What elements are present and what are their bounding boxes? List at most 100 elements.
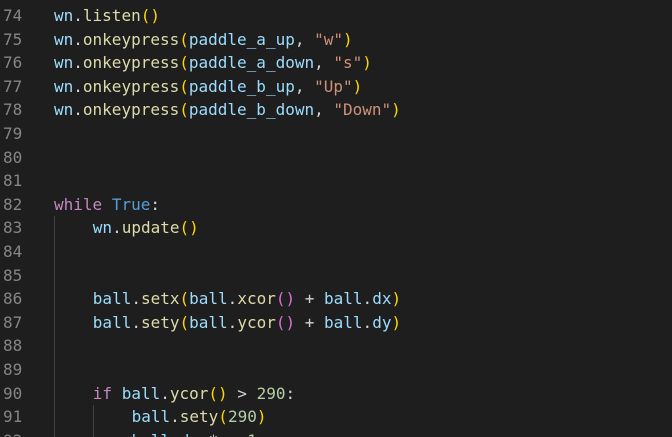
code-token: 290 <box>227 407 257 427</box>
code-token: "s" <box>333 53 363 73</box>
code-token: -1 <box>238 431 257 437</box>
code-text: ball.sety(ball.ycor() + ball.dy) <box>93 311 401 335</box>
code-token: ball <box>324 312 363 332</box>
code-token: wn <box>54 76 74 96</box>
line-number: 80 <box>3 147 23 167</box>
code-line[interactable]: 91 ball.sety(290) <box>0 405 672 429</box>
code-line[interactable]: 83 wn.update() <box>0 216 672 240</box>
code-token: . <box>112 218 122 238</box>
code-line[interactable]: 74 wn.listen() <box>0 4 672 28</box>
line-number: 92 <box>3 429 27 437</box>
code-line[interactable]: 86 ball.setx(ball.xcor() + ball.dx) <box>0 287 672 311</box>
code-token: *= <box>199 431 238 437</box>
code-line[interactable]: 87 ball.sety(ball.ycor() + ball.dy) <box>0 310 672 335</box>
code-line[interactable]: 80 <box>0 146 672 170</box>
code-line[interactable]: 92 ball.dy *= -1 <box>0 428 672 437</box>
line-number: 88 <box>3 336 23 356</box>
code-token: ( <box>218 407 228 427</box>
code-token: paddle_b_down <box>188 100 315 120</box>
code-token: , <box>314 53 334 73</box>
code-token: () <box>208 383 228 403</box>
code-token: wn <box>54 53 74 73</box>
code-token: onkeypress <box>82 100 180 120</box>
line-number: 89 <box>3 360 23 379</box>
code-token: ball <box>121 383 161 403</box>
code-token: . <box>362 312 373 332</box>
code-line[interactable]: 90 if ball.ycor() > 290: <box>0 381 672 406</box>
code-token: wn <box>54 100 74 120</box>
code-token: if <box>92 383 113 403</box>
code-text: wn.update() <box>93 216 199 240</box>
code-line[interactable]: 78 wn.onkeypress(paddle_b_down, "Down") <box>0 98 672 122</box>
code-line[interactable]: 76 wn.onkeypress(paddle_a_down, "s") <box>0 51 672 75</box>
code-line[interactable]: 85 <box>0 263 672 288</box>
code-token: ( <box>179 100 189 120</box>
code-token: ball <box>92 312 132 332</box>
code-token: + <box>295 289 325 309</box>
code-token: ycor <box>169 383 209 403</box>
code-token: ball <box>189 289 228 309</box>
indent-guide <box>54 358 55 382</box>
code-text: wn.listen() <box>54 4 160 28</box>
code-token: () <box>140 6 160 25</box>
code-token: ( <box>179 53 189 73</box>
code-token: ( <box>179 289 190 309</box>
code-token: . <box>73 100 83 120</box>
code-token: sety <box>140 312 180 332</box>
line-number: 75 <box>3 29 23 49</box>
code-line[interactable]: 79 <box>0 122 672 146</box>
code-token: ball <box>189 312 228 332</box>
code-token: "Down" <box>333 100 392 120</box>
code-line[interactable]: 82 while True: <box>0 193 672 217</box>
indent-guide <box>54 405 55 429</box>
line-number: 74 <box>3 6 23 25</box>
code-token: ) <box>391 100 401 120</box>
code-token: . <box>170 431 180 437</box>
code-text: if ball.ycor() > 290: <box>93 382 295 406</box>
code-token: > <box>227 383 257 403</box>
code-token: . <box>362 289 373 309</box>
code-token: "w" <box>314 29 344 49</box>
code-token: ) <box>362 53 372 73</box>
line-number: 79 <box>3 124 23 143</box>
code-token: () <box>275 312 296 332</box>
code-token: ycor <box>237 312 276 332</box>
code-token: ( <box>179 29 189 49</box>
code-text: while True: <box>54 193 160 217</box>
indent-guide <box>54 240 55 264</box>
code-token: . <box>160 383 170 403</box>
code-token: . <box>131 312 141 332</box>
line-number: 86 <box>3 289 23 309</box>
indent-guide <box>54 263 55 288</box>
code-token: dy <box>372 312 392 332</box>
code-token: + <box>295 312 325 332</box>
code-token: . <box>73 6 83 25</box>
code-line[interactable]: 81 <box>0 169 672 193</box>
line-number: 78 <box>3 100 23 120</box>
code-token: setx <box>140 289 180 309</box>
indent-guide <box>54 428 55 437</box>
code-token: paddle_b_up <box>188 76 295 96</box>
code-line[interactable]: 89 <box>0 358 672 382</box>
code-line[interactable]: 88 <box>0 334 672 358</box>
code-line[interactable]: 84 <box>0 240 672 264</box>
code-text: wn.onkeypress(paddle_b_down, "Down") <box>54 98 401 122</box>
code-token: ) <box>391 289 402 309</box>
code-token: : <box>150 194 160 214</box>
line-number: 91 <box>3 407 23 427</box>
code-line[interactable]: 75 wn.onkeypress(paddle_a_up, "w") <box>0 28 672 52</box>
code-token: sety <box>179 407 219 427</box>
code-token: onkeypress <box>82 29 180 49</box>
code-token: . <box>227 312 238 332</box>
code-token: . <box>73 29 83 49</box>
code-editor[interactable]: 74 wn.listen() 75 wn.onkeypress(paddle_a_up… <box>0 0 672 437</box>
indent-guide <box>92 405 94 429</box>
code-token: True <box>111 194 151 214</box>
code-token: dx <box>372 289 392 309</box>
code-line[interactable]: 77 wn.onkeypress(paddle_b_up, "Up") <box>0 75 672 99</box>
line-number: 81 <box>3 171 23 191</box>
code-token: () <box>179 218 199 238</box>
code-token: ( <box>179 312 190 332</box>
